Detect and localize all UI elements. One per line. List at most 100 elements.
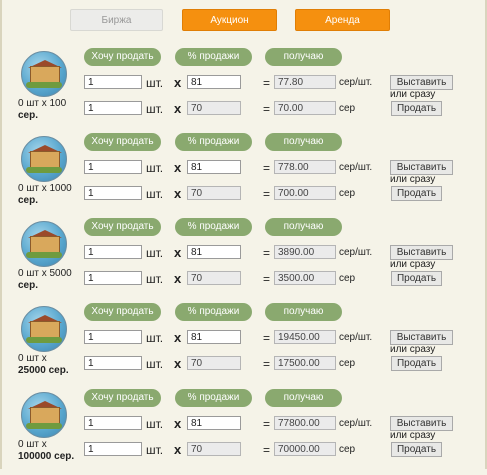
percent-input[interactable]: 81	[187, 160, 241, 174]
times-sign: x	[174, 245, 182, 260]
stock-quantity: 0 шт х 100000 сер.	[18, 439, 74, 463]
times-sign: x	[174, 442, 182, 457]
percent-field: 70	[187, 101, 241, 115]
receive-per-unit-field: 77800.00	[274, 416, 336, 430]
sell-quantity-input[interactable]: 1	[84, 75, 142, 89]
tab-birzha[interactable]: Биржа	[70, 9, 163, 31]
stock-quantity-line1: 0 шт х	[18, 353, 47, 364]
list-button[interactable]: Выставить	[390, 245, 453, 260]
sell-button[interactable]: Продать	[391, 186, 442, 201]
header-percent: % продажи	[175, 48, 252, 66]
tab-auction[interactable]: Аукцион	[182, 9, 277, 31]
equals-sign: =	[263, 76, 271, 90]
equals-sign: =	[263, 357, 271, 371]
pcs-label: шт.	[146, 76, 164, 90]
header-percent: % продажи	[175, 218, 252, 236]
tab-rent[interactable]: Аренда	[295, 9, 390, 31]
header-receive: получаю	[265, 133, 342, 151]
sell-quantity-input[interactable]: 1	[84, 186, 142, 200]
stock-quantity-line1: 0 шт х	[18, 439, 47, 450]
sell-quantity-input[interactable]: 1	[84, 101, 142, 115]
total-label: сер	[339, 273, 356, 284]
list-button[interactable]: Выставить	[390, 330, 453, 345]
grass-shape	[26, 337, 62, 343]
pcs-label: шт.	[146, 272, 164, 286]
equals-sign: =	[263, 331, 271, 345]
header-want-sell: Хочу продать	[84, 48, 161, 66]
per-unit-label: сер/шт.	[339, 162, 373, 173]
sell-button[interactable]: Продать	[391, 271, 442, 286]
percent-field: 70	[187, 186, 241, 200]
receive-per-unit-field: 19450.00	[274, 330, 336, 344]
equals-sign: =	[263, 272, 271, 286]
pcs-label: шт.	[146, 443, 164, 457]
equals-sign: =	[263, 102, 271, 116]
times-sign: x	[174, 75, 182, 90]
total-label: сер	[339, 188, 356, 199]
times-sign: x	[174, 101, 182, 116]
header-percent: % продажи	[175, 389, 252, 407]
sell-quantity-input[interactable]: 1	[84, 416, 142, 430]
grass-shape	[26, 252, 62, 258]
header-percent: % продажи	[175, 133, 252, 151]
list-button[interactable]: Выставить	[390, 75, 453, 90]
stock-quantity-line2: 100000 сер.	[18, 451, 75, 462]
percent-field: 70	[187, 442, 241, 456]
receive-per-unit-field: 77.80	[274, 75, 336, 89]
receive-total-field: 700.00	[274, 186, 336, 200]
times-sign: x	[174, 271, 182, 286]
stock-quantity-line2: сер.	[18, 280, 39, 291]
building-thumbnail	[21, 51, 67, 97]
grass-shape	[26, 423, 62, 429]
pcs-label: шт.	[146, 246, 164, 260]
times-sign: x	[174, 186, 182, 201]
stock-quantity: 0 шт х 5000 сер.	[18, 268, 72, 292]
tab-bar: Биржа Аукцион Аренда	[0, 9, 487, 33]
sell-quantity-input[interactable]: 1	[84, 160, 142, 174]
or-now-label: или сразу	[390, 174, 436, 185]
stock-quantity-line2: сер.	[18, 110, 39, 121]
times-sign: x	[174, 330, 182, 345]
per-unit-label: сер/шт.	[339, 418, 373, 429]
sell-quantity-input[interactable]: 1	[84, 271, 142, 285]
grass-shape	[26, 167, 62, 173]
percent-field: 70	[187, 271, 241, 285]
building-thumbnail	[21, 306, 67, 352]
times-sign: x	[174, 416, 182, 431]
receive-total-field: 70.00	[274, 101, 336, 115]
list-button[interactable]: Выставить	[390, 416, 453, 431]
header-percent: % продажи	[175, 303, 252, 321]
total-label: сер	[339, 358, 356, 369]
percent-input[interactable]: 81	[187, 75, 241, 89]
header-want-sell: Хочу продать	[84, 389, 161, 407]
pcs-label: шт.	[146, 331, 164, 345]
header-receive: получаю	[265, 48, 342, 66]
sell-quantity-input[interactable]: 1	[84, 330, 142, 344]
header-want-sell: Хочу продать	[84, 133, 161, 151]
pcs-label: шт.	[146, 357, 164, 371]
stock-quantity-line1: 0 шт х 1000	[18, 183, 72, 194]
sell-quantity-input[interactable]: 1	[84, 356, 142, 370]
sell-button[interactable]: Продать	[391, 101, 442, 116]
pcs-label: шт.	[146, 161, 164, 175]
equals-sign: =	[263, 187, 271, 201]
equals-sign: =	[263, 417, 271, 431]
sell-quantity-input[interactable]: 1	[84, 442, 142, 456]
total-label: сер	[339, 103, 356, 114]
header-want-sell: Хочу продать	[84, 218, 161, 236]
stock-quantity: 0 шт х 1000 сер.	[18, 183, 72, 207]
percent-input[interactable]: 81	[187, 416, 241, 430]
percent-input[interactable]: 81	[187, 245, 241, 259]
list-button[interactable]: Выставить	[390, 160, 453, 175]
building-thumbnail	[21, 136, 67, 182]
stock-quantity-line1: 0 шт х 5000	[18, 268, 72, 279]
sell-button[interactable]: Продать	[391, 442, 442, 457]
lot-row: Хочу продать % продажи получаю 0 шт х 10…	[0, 133, 487, 219]
per-unit-label: сер/шт.	[339, 247, 373, 258]
or-now-label: или сразу	[390, 89, 436, 100]
percent-input[interactable]: 81	[187, 330, 241, 344]
stock-quantity-line2: 25000 сер.	[18, 365, 69, 376]
sell-quantity-input[interactable]: 1	[84, 245, 142, 259]
sell-button[interactable]: Продать	[391, 356, 442, 371]
header-want-sell: Хочу продать	[84, 303, 161, 321]
